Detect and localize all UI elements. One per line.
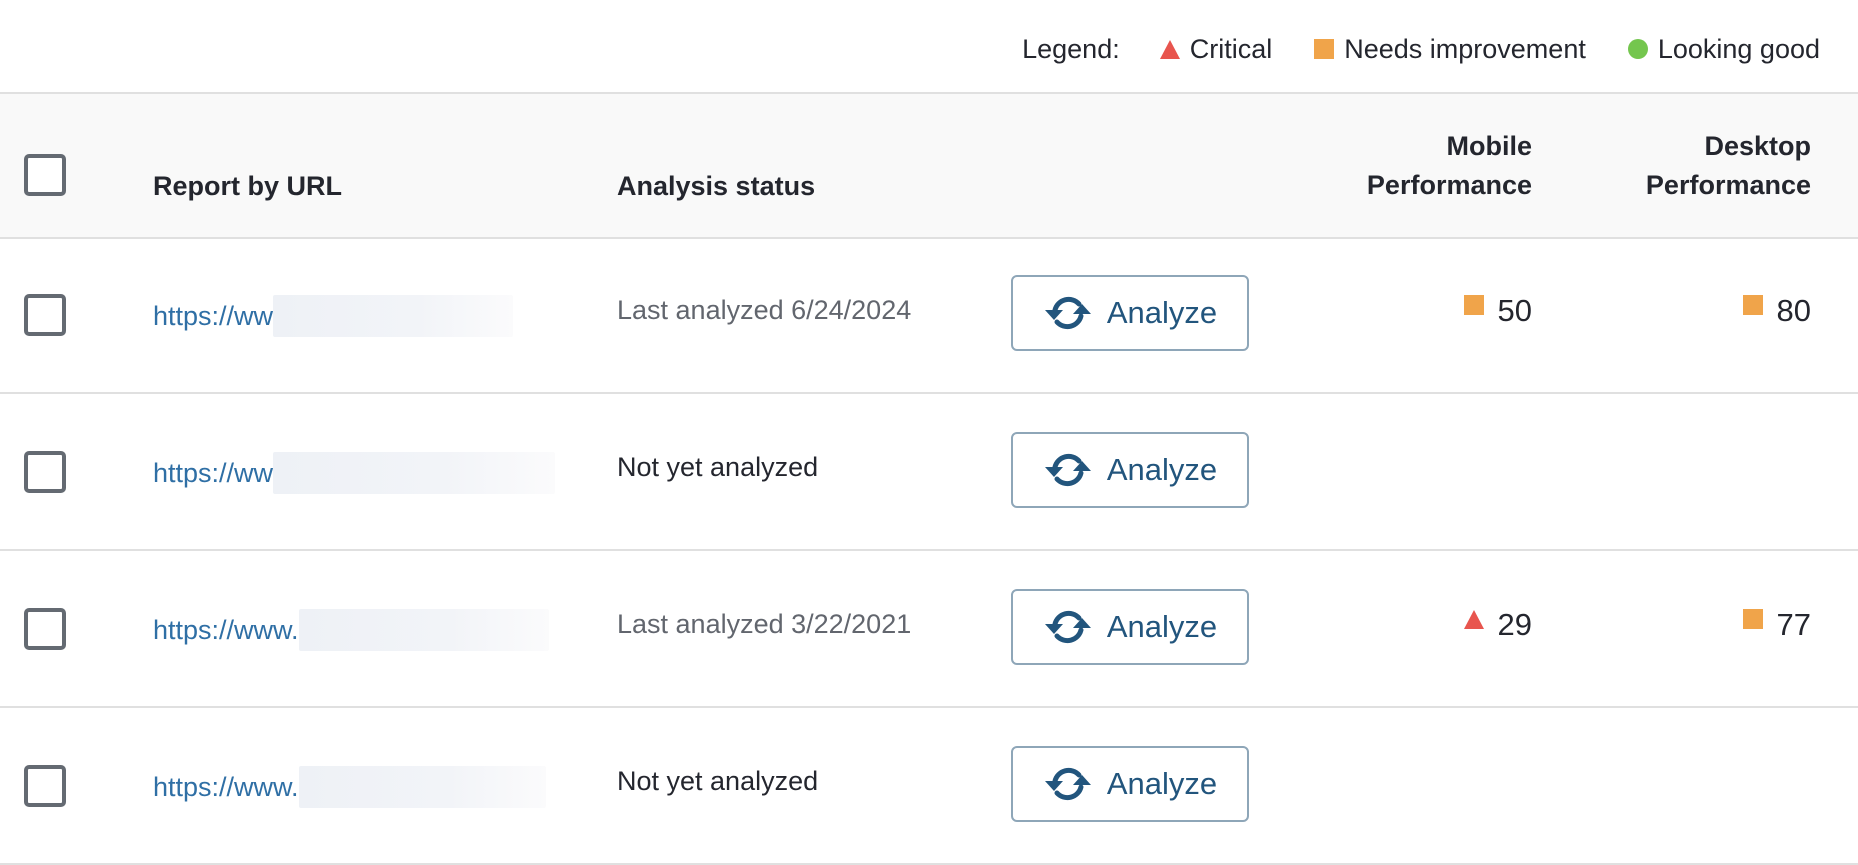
row-checkbox[interactable] xyxy=(24,765,66,807)
row-checkbox[interactable] xyxy=(24,451,66,493)
triangle-icon xyxy=(1463,609,1484,629)
column-header-status[interactable]: Analysis status xyxy=(617,167,815,206)
desktop-performance-score: 77 xyxy=(1742,607,1811,643)
desktop-performance-score-value: 77 xyxy=(1776,607,1811,642)
url-text: https://www. xyxy=(153,771,299,802)
analysis-status: Last analyzed 6/24/2024 xyxy=(617,295,912,325)
refresh-icon xyxy=(1044,296,1091,330)
redacted-url-segment xyxy=(273,452,556,494)
table-header: Report by URL Analysis status Mobile Per… xyxy=(0,92,1858,239)
column-header-desktop-line2: Performance xyxy=(1645,170,1811,200)
column-header-mobile[interactable]: Mobile Performance xyxy=(1367,127,1532,205)
table-row: https://www. Not yet analyzed Analyze xyxy=(0,708,1858,865)
refresh-icon xyxy=(1044,610,1091,644)
analyze-button[interactable]: Analyze xyxy=(1011,275,1249,351)
mobile-performance-score-value: 29 xyxy=(1497,607,1532,642)
square-icon xyxy=(1742,295,1763,315)
legend-item-critical: Critical xyxy=(1159,33,1273,65)
circle-icon xyxy=(1627,39,1648,59)
analysis-status: Not yet analyzed xyxy=(617,452,819,482)
column-header-desktop-line1: Desktop xyxy=(1704,131,1811,161)
row-checkbox[interactable] xyxy=(24,608,66,650)
desktop-performance-score-value: 80 xyxy=(1776,293,1811,328)
analyze-button[interactable]: Analyze xyxy=(1011,432,1249,508)
analyze-button[interactable]: Analyze xyxy=(1011,746,1249,822)
analyze-button-label: Analyze xyxy=(1106,609,1218,644)
table-row: https://ww Last analyzed 6/24/2024 Analy… xyxy=(0,237,1858,394)
column-header-mobile-line2: Performance xyxy=(1366,170,1532,200)
mobile-performance-score-value: 50 xyxy=(1497,293,1532,328)
legend-item-looking-good: Looking good xyxy=(1627,33,1820,65)
mobile-performance-score: 29 xyxy=(1463,607,1532,643)
analyze-button-label: Analyze xyxy=(1106,766,1218,801)
refresh-icon xyxy=(1044,767,1091,801)
redacted-url-segment xyxy=(298,766,546,808)
analyze-button-label: Analyze xyxy=(1106,452,1218,487)
square-icon xyxy=(1463,295,1484,315)
legend-item-label: Needs improvement xyxy=(1344,33,1586,64)
legend-item-needs-improvement: Needs improvement xyxy=(1314,34,1586,65)
legend: Legend: Critical Needs improvement Looki… xyxy=(1022,26,1820,72)
select-all-checkbox[interactable] xyxy=(24,154,66,196)
legend-item-label: Looking good xyxy=(1657,33,1820,64)
url-link[interactable]: https://ww xyxy=(153,452,556,494)
legend-label: Legend: xyxy=(1022,33,1120,64)
url-text: https://ww xyxy=(153,300,274,331)
analyze-button[interactable]: Analyze xyxy=(1011,589,1249,665)
url-text: https://ww xyxy=(153,457,274,488)
url-link[interactable]: https://www. xyxy=(153,766,546,808)
column-header-mobile-line1: Mobile xyxy=(1446,131,1533,161)
column-header-url[interactable]: Report by URL xyxy=(153,167,342,206)
redacted-url-segment xyxy=(298,609,549,651)
table-row: https://ww Not yet analyzed Analyze xyxy=(0,394,1858,551)
row-checkbox[interactable] xyxy=(24,294,66,336)
mobile-performance-score: 50 xyxy=(1463,293,1532,329)
table-row: https://www. Last analyzed 3/22/2021 Ana… xyxy=(0,551,1858,708)
url-link[interactable]: https://www. xyxy=(153,609,549,651)
redacted-url-segment xyxy=(273,295,514,337)
desktop-performance-score: 80 xyxy=(1742,293,1811,329)
refresh-icon xyxy=(1044,453,1091,487)
legend-item-label: Critical xyxy=(1189,33,1273,64)
column-header-desktop[interactable]: Desktop Performance xyxy=(1646,127,1811,205)
triangle-icon xyxy=(1159,39,1180,59)
url-link[interactable]: https://ww xyxy=(153,295,514,337)
analysis-status: Not yet analyzed xyxy=(617,766,819,796)
analyze-button-label: Analyze xyxy=(1106,295,1218,330)
square-icon xyxy=(1742,609,1763,629)
square-icon xyxy=(1314,39,1335,59)
analysis-status: Last analyzed 3/22/2021 xyxy=(617,609,912,639)
url-text: https://www. xyxy=(153,614,299,645)
